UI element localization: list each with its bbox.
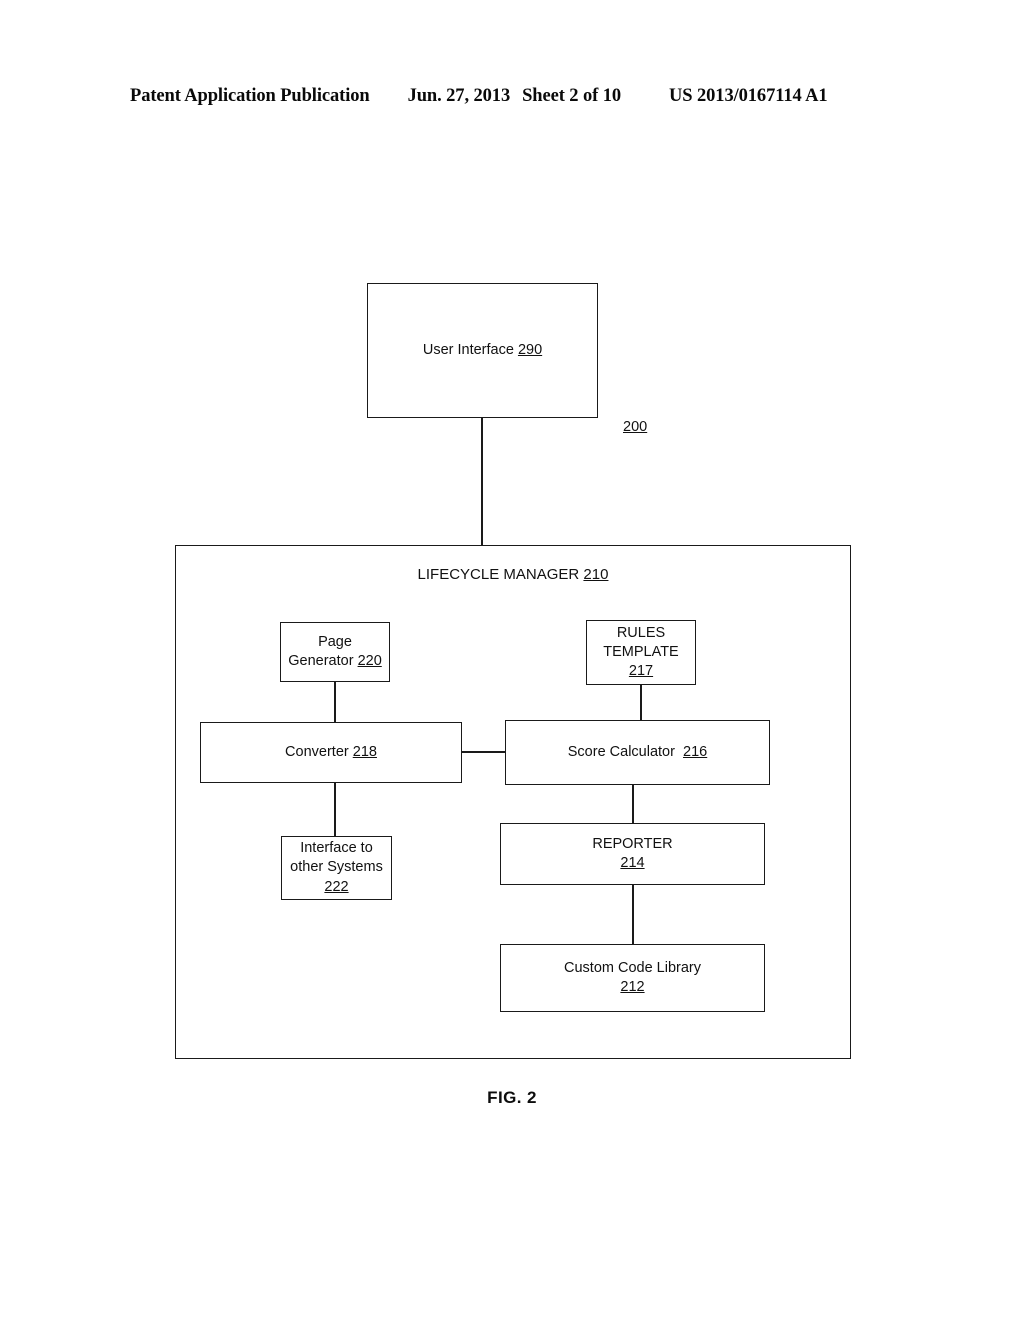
node-user-interface: User Interface 290 bbox=[367, 283, 598, 418]
connector-page-generator-to-converter bbox=[334, 682, 336, 723]
node-lifecycle-manager-ref: 210 bbox=[583, 566, 609, 583]
node-reporter: REPORTER 214 bbox=[500, 823, 765, 885]
node-score-calculator-label: Score Calculator 216 bbox=[567, 743, 708, 760]
node-rules-template-ref: 217 bbox=[628, 663, 654, 680]
node-score-calculator-ref: 216 bbox=[683, 743, 708, 760]
node-page-generator: Page Generator 220 bbox=[280, 622, 390, 682]
node-custom-code-library: Custom Code Library 212 bbox=[500, 944, 765, 1012]
connector-rules-template-to-score-calculator bbox=[640, 685, 642, 721]
patent-number: US 2013/0167114 A1 bbox=[669, 86, 828, 106]
node-user-interface-ref: 290 bbox=[517, 341, 543, 358]
node-custom-code-library-ref: 212 bbox=[620, 979, 645, 995]
node-converter-label: Converter 218 bbox=[285, 743, 377, 760]
connector-ui-to-lifecycle-manager bbox=[481, 418, 483, 546]
node-custom-code-library-label: Custom Code Library 212 bbox=[564, 959, 701, 995]
node-interface-other-systems-label: Interface to other Systems 222 bbox=[290, 840, 383, 895]
node-user-interface-label: User Interface 290 bbox=[422, 341, 543, 358]
connector-score-calculator-to-reporter bbox=[632, 785, 634, 824]
connector-converter-to-interface bbox=[334, 783, 336, 837]
node-converter: Converter 218 bbox=[200, 722, 462, 783]
node-page-generator-ref: 220 bbox=[357, 653, 382, 669]
node-lifecycle-manager-label: LIFECYCLE MANAGER 210 bbox=[417, 566, 609, 583]
node-converter-ref: 218 bbox=[352, 743, 377, 760]
connector-reporter-to-custom-code-library bbox=[632, 885, 634, 945]
node-interface-other-systems: Interface to other Systems 222 bbox=[281, 836, 392, 900]
node-rules-template: RULES TEMPLATE 217 bbox=[586, 620, 696, 685]
patent-header: Patent Application Publication Jun. 27, … bbox=[130, 86, 890, 114]
node-interface-other-systems-ref: 222 bbox=[324, 878, 349, 895]
publication-title: Patent Application Publication bbox=[130, 86, 370, 106]
connector-converter-to-score-calculator bbox=[462, 751, 506, 753]
sheet-number: Sheet 2 of 10 bbox=[522, 86, 622, 106]
patent-page: Patent Application Publication Jun. 27, … bbox=[0, 0, 1024, 1320]
figure-caption: FIG. 2 bbox=[487, 1088, 537, 1107]
node-reporter-ref: 214 bbox=[620, 855, 645, 871]
node-page-generator-label: Page Generator 220 bbox=[288, 633, 382, 669]
node-score-calculator: Score Calculator 216 bbox=[505, 720, 770, 785]
system-reference-label: 200 bbox=[623, 419, 648, 435]
publication-date: Jun. 27, 2013 bbox=[407, 86, 511, 106]
node-rules-template-label: RULES TEMPLATE 217 bbox=[603, 624, 679, 680]
node-reporter-label: REPORTER 214 bbox=[592, 835, 673, 871]
